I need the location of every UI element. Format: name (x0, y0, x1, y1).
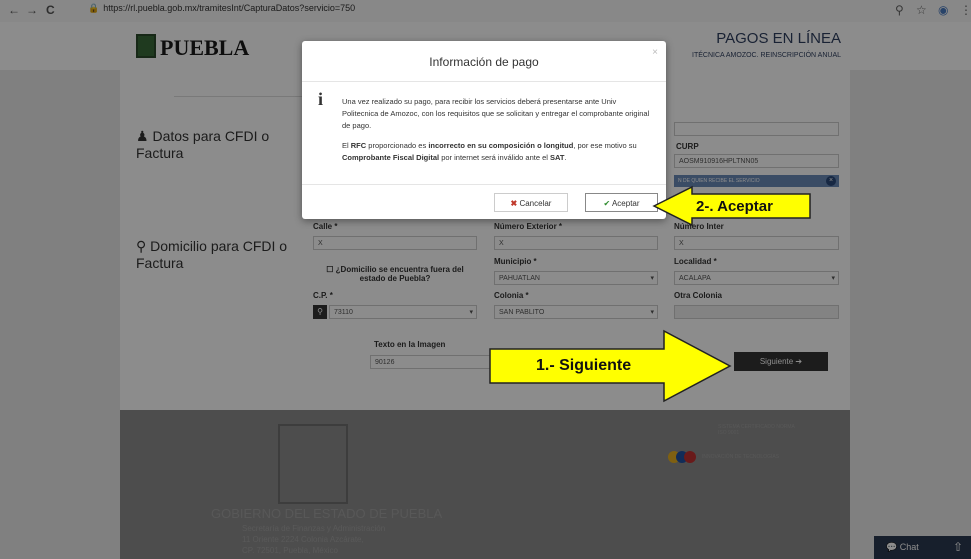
payment-info-modal: Información de pago × i Una vez realizad… (302, 41, 666, 219)
modal-paragraph-1: Una vez realizado su pago, para recibir … (342, 97, 650, 130)
close-icon[interactable]: × (652, 47, 658, 58)
cancel-button[interactable]: ✖ Cancelar (494, 193, 568, 212)
divider (302, 81, 666, 82)
divider (302, 184, 666, 185)
accept-callout-label: 2-. Aceptar (696, 198, 773, 215)
info-icon: i (318, 89, 324, 109)
modal-paragraph-2: El RFC proporcionado es incorrecto en su… (342, 141, 637, 162)
next-callout-label: 1.- Siguiente (536, 357, 632, 374)
x-icon: ✖ (510, 199, 518, 208)
accept-button[interactable]: ✔ Aceptar (585, 193, 658, 212)
modal-title: Información de pago (429, 55, 539, 69)
check-icon: ✔ (603, 199, 611, 208)
